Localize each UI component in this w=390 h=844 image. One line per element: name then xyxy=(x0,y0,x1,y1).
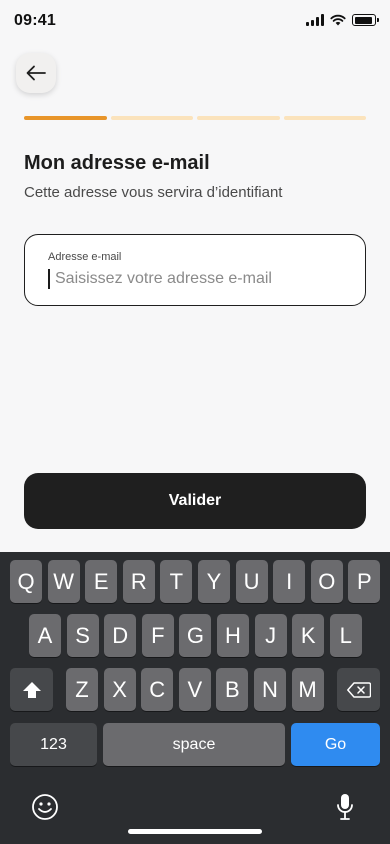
key-b[interactable]: B xyxy=(216,668,249,711)
email-input[interactable] xyxy=(55,268,355,290)
submit-button[interactable]: Valider xyxy=(24,473,366,529)
key-i[interactable]: I xyxy=(273,560,306,603)
text-cursor xyxy=(48,269,50,289)
progress-step-3 xyxy=(197,116,280,120)
email-field[interactable]: Adresse e-mail xyxy=(24,234,366,306)
go-key[interactable]: Go xyxy=(291,723,380,766)
key-k[interactable]: K xyxy=(292,614,325,657)
cellular-signal-icon xyxy=(306,14,324,26)
progress-step-4 xyxy=(283,116,366,120)
home-indicator xyxy=(128,829,262,834)
battery-icon xyxy=(352,14,379,26)
page-subtitle: Cette adresse vous servira d’identifiant xyxy=(24,184,283,201)
status-bar: 09:41 xyxy=(0,0,390,44)
delete-key[interactable] xyxy=(337,668,380,711)
key-a[interactable]: A xyxy=(29,614,61,657)
back-button[interactable] xyxy=(16,53,56,93)
wifi-icon xyxy=(330,14,346,26)
progress-step-1 xyxy=(24,116,107,120)
key-g[interactable]: G xyxy=(179,614,212,657)
key-y[interactable]: Y xyxy=(198,560,230,603)
emoji-button[interactable] xyxy=(28,790,62,824)
numbers-key[interactable]: 123 xyxy=(10,723,97,766)
key-m[interactable]: M xyxy=(291,668,324,711)
emoji-icon xyxy=(32,794,58,820)
key-h[interactable]: H xyxy=(217,614,249,657)
key-d[interactable]: D xyxy=(104,614,137,657)
shift-icon xyxy=(22,681,41,698)
key-r[interactable]: R xyxy=(122,560,155,603)
key-l[interactable]: L xyxy=(329,614,362,657)
backspace-icon xyxy=(346,681,371,698)
microphone-button[interactable] xyxy=(330,790,360,824)
space-key[interactable]: space xyxy=(103,723,285,766)
step-progress xyxy=(24,116,366,120)
email-field-label: Adresse e-mail xyxy=(48,251,122,263)
key-e[interactable]: E xyxy=(85,560,118,603)
page-title: Mon adresse e-mail xyxy=(24,152,210,174)
key-z[interactable]: Z xyxy=(66,668,98,711)
key-j[interactable]: J xyxy=(254,614,287,657)
key-q[interactable]: Q xyxy=(10,560,42,603)
key-n[interactable]: N xyxy=(254,668,286,711)
microphone-icon xyxy=(337,794,353,820)
progress-step-2 xyxy=(110,116,193,120)
key-c[interactable]: C xyxy=(141,668,174,711)
key-x[interactable]: X xyxy=(103,668,136,711)
shift-key[interactable] xyxy=(10,668,53,711)
key-t[interactable]: T xyxy=(160,560,193,603)
status-time: 09:41 xyxy=(14,12,56,29)
key-o[interactable]: O xyxy=(310,560,343,603)
key-s[interactable]: S xyxy=(66,614,99,657)
key-f[interactable]: F xyxy=(141,614,174,657)
key-u[interactable]: U xyxy=(235,560,268,603)
key-w[interactable]: W xyxy=(47,560,80,603)
key-v[interactable]: V xyxy=(178,668,211,711)
keyboard: 123 space Go QWERTYUIOP ASDFGHJKL ZXCVBNM xyxy=(0,552,390,844)
key-p[interactable]: P xyxy=(348,560,381,603)
status-icons xyxy=(306,14,379,26)
arrow-left-icon xyxy=(26,65,46,81)
